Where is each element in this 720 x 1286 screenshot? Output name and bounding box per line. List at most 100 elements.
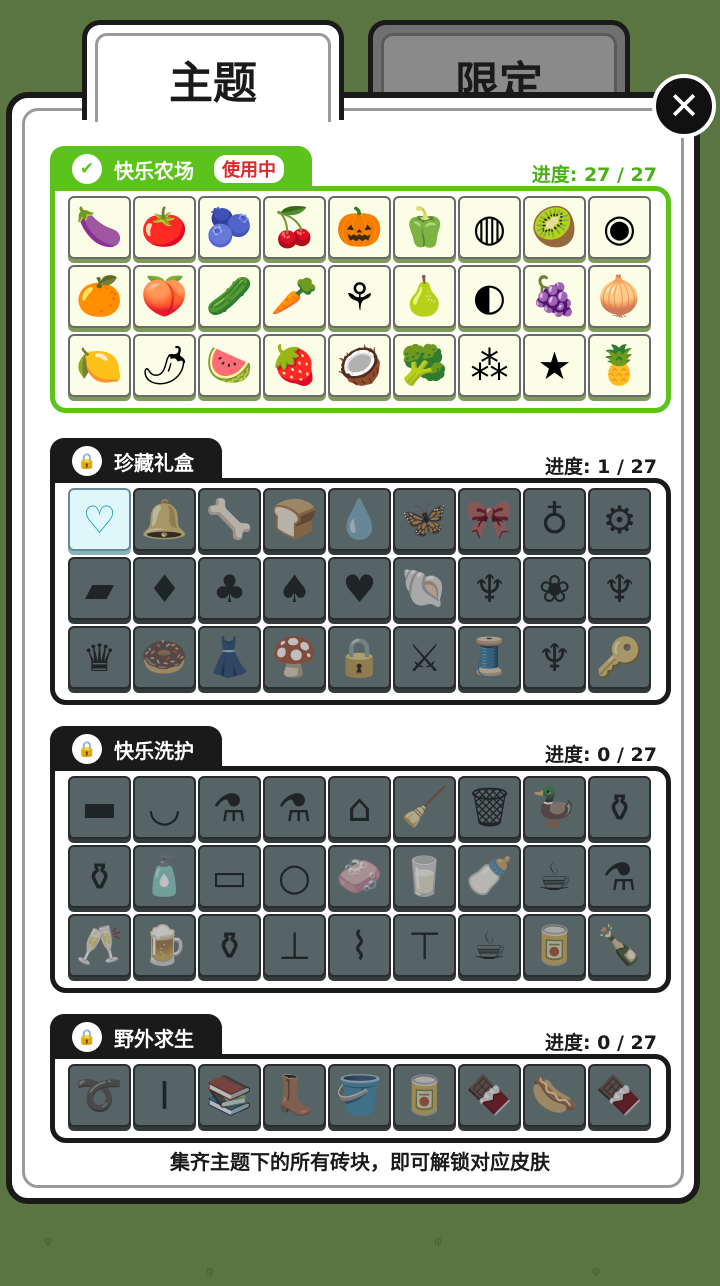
- magic-carpet-icon[interactable]: ▰: [68, 557, 131, 620]
- card-club-icon[interactable]: ♣: [198, 557, 261, 620]
- books-icon[interactable]: 📚: [198, 1064, 261, 1127]
- lotion-icon[interactable]: 🧴: [133, 845, 196, 908]
- bow-icon[interactable]: 🎀: [458, 488, 521, 551]
- rose-icon[interactable]: ❀: [523, 557, 586, 620]
- bar-soap-icon[interactable]: 🧼: [328, 845, 391, 908]
- cherry-icon[interactable]: 🍒: [263, 196, 326, 259]
- basin-icon[interactable]: ◡: [133, 776, 196, 839]
- pumpkin-icon[interactable]: 🎃: [328, 196, 391, 259]
- glass-cup-icon[interactable]: 🥛: [393, 845, 456, 908]
- chocolate-icon[interactable]: 🍫: [588, 1064, 651, 1127]
- carriage-icon[interactable]: ⚙: [588, 488, 651, 551]
- syrup-icon[interactable]: ⚱: [198, 914, 261, 977]
- bucket-icon[interactable]: 🪣: [328, 1064, 391, 1127]
- card-diamond-icon[interactable]: ♦: [133, 557, 196, 620]
- pear-icon[interactable]: 🍐: [393, 265, 456, 328]
- lemon-icon[interactable]: 🍋: [68, 334, 131, 397]
- chocolate-bar-icon[interactable]: 🍫: [458, 1064, 521, 1127]
- watermelon-icon[interactable]: 🍉: [198, 334, 261, 397]
- peach-icon[interactable]: 🍑: [133, 265, 196, 328]
- card-spade-icon[interactable]: ♠: [263, 557, 326, 620]
- plunger-icon[interactable]: ⊥: [263, 914, 326, 977]
- blackberry-icon[interactable]: ⁂: [458, 334, 521, 397]
- seashell-icon[interactable]: 🐚: [393, 557, 456, 620]
- grass-decoration: ᵠ: [592, 1262, 601, 1286]
- champagne-icon[interactable]: 🥂: [68, 914, 131, 977]
- sword-icon[interactable]: ⚔: [393, 626, 456, 689]
- tab-theme[interactable]: 主题: [82, 20, 344, 122]
- brush-icon[interactable]: ⌇: [328, 914, 391, 977]
- heart-pendant-icon[interactable]: ♡: [68, 488, 131, 551]
- spray-bottle-icon[interactable]: ⚗: [198, 776, 261, 839]
- perfume-bottle-icon[interactable]: ⚱: [68, 845, 131, 908]
- starfruit-icon[interactable]: ★: [523, 334, 586, 397]
- close-button[interactable]: ✕: [652, 74, 716, 138]
- squeegee-icon[interactable]: ⊤: [393, 914, 456, 977]
- dress-icon[interactable]: 👗: [198, 626, 261, 689]
- sausage-icon[interactable]: 🌭: [523, 1064, 586, 1127]
- eggplant-icon[interactable]: 🍆: [68, 196, 131, 259]
- rubber-duck-icon[interactable]: 🦆: [523, 776, 586, 839]
- lock-icon: 🔒: [72, 446, 102, 476]
- coral-purple-icon[interactable]: ♆: [523, 626, 586, 689]
- beer-icon[interactable]: 🍺: [133, 914, 196, 977]
- chili-icon[interactable]: 🌶: [133, 334, 196, 397]
- detergent-icon[interactable]: ⚱: [588, 776, 651, 839]
- orange-icon[interactable]: 🍊: [68, 265, 131, 328]
- grape-icon[interactable]: 🍇: [523, 265, 586, 328]
- kiwi-icon[interactable]: 🥝: [523, 196, 586, 259]
- theme-list[interactable]: ✔ 快乐农场 使用中 进度: 27 / 27 🍆 🍅 🫐 🍒 🎃 🫑 ◍ 🥝 ◉ 🍊 🍑 🥒 🥕 ⚘ 🍐 ◐ 🍇 🧅 🍋 🌶 🍉…: [36, 146, 684, 1182]
- cola-bottle-icon[interactable]: 🍾: [588, 914, 651, 977]
- leek-icon[interactable]: ⚘: [328, 265, 391, 328]
- butterfly-icon[interactable]: 🦋: [393, 488, 456, 551]
- cucumber-icon[interactable]: 🥒: [198, 265, 261, 328]
- milk-bottle-icon[interactable]: 🍼: [458, 845, 521, 908]
- padlock-purple-icon[interactable]: 🔒: [328, 626, 391, 689]
- canned-food-icon[interactable]: 🥫: [393, 1064, 456, 1127]
- donut-icon[interactable]: 🍩: [133, 626, 196, 689]
- broom-icon[interactable]: 🧹: [393, 776, 456, 839]
- boots-icon[interactable]: 👢: [263, 1064, 326, 1127]
- mangosteen-half-icon[interactable]: ◐: [458, 265, 521, 328]
- trash-can-icon[interactable]: 🗑: [458, 776, 521, 839]
- broccoli-icon[interactable]: 🥦: [393, 334, 456, 397]
- bone-icon[interactable]: 🦴: [198, 488, 261, 551]
- crown-icon[interactable]: ♛: [68, 626, 131, 689]
- soda-can-icon[interactable]: 🥫: [523, 914, 586, 977]
- carrot-icon[interactable]: 🥕: [263, 265, 326, 328]
- tube-icon[interactable]: ▭: [198, 845, 261, 908]
- tile-grid: 🍆 🍅 🫐 🍒 🎃 🫑 ◍ 🥝 ◉ 🍊 🍑 🥒 🥕 ⚘ 🍐 ◐ 🍇 🧅 🍋 🌶 🍉 🍓 🥥 🥦 ⁂ ★ 🍍: [67, 195, 654, 402]
- check-icon: ✔: [72, 154, 102, 184]
- dustpan-icon[interactable]: ⌂: [328, 776, 391, 839]
- tile-grid-frame: 🍆 🍅 🫐 🍒 🎃 🫑 ◍ 🥝 ◉ 🍊 🍑 🥒 🥕 ⚘ 🍐 ◐ 🍇 🧅 🍋 🌶 🍉 🍓 🥥 🥦 ⁂ ★ 🍍: [50, 186, 671, 413]
- coral-orange-icon[interactable]: ♆: [458, 557, 521, 620]
- coral-pink-icon[interactable]: ♆: [588, 557, 651, 620]
- grapefruit-icon[interactable]: ◉: [588, 196, 651, 259]
- bell-icon[interactable]: 🔔: [133, 488, 196, 551]
- coffee-cup-takeaway-icon[interactable]: ☕: [458, 914, 521, 977]
- bread-icon[interactable]: 🍞: [263, 488, 326, 551]
- blueberry-icon[interactable]: 🫐: [198, 196, 261, 259]
- rope-icon[interactable]: ➰: [68, 1064, 131, 1127]
- perfume-icon[interactable]: ♁: [523, 488, 586, 551]
- onion-icon[interactable]: 🧅: [588, 265, 651, 328]
- key-icon[interactable]: 🔑: [588, 626, 651, 689]
- mangosteen-icon[interactable]: ◍: [458, 196, 521, 259]
- progress-text: 进度: 1 / 27: [544, 456, 657, 478]
- bell-pepper-icon[interactable]: 🫑: [393, 196, 456, 259]
- soap-bubbles-icon[interactable]: ○: [263, 845, 326, 908]
- sponge-icon[interactable]: ▬: [68, 776, 131, 839]
- coffee-cup-icon[interactable]: ☕: [523, 845, 586, 908]
- water-splash-icon[interactable]: 💧: [328, 488, 391, 551]
- coconut-icon[interactable]: 🥥: [328, 334, 391, 397]
- thread-spool-icon[interactable]: 🧵: [458, 626, 521, 689]
- spray-pink-icon[interactable]: ⚗: [263, 776, 326, 839]
- theme-section-title: 快乐洗护: [114, 738, 194, 763]
- mushroom-icon[interactable]: 🍄: [263, 626, 326, 689]
- steel-beam-icon[interactable]: Ⅰ: [133, 1064, 196, 1127]
- potion-icon[interactable]: ⚗: [588, 845, 651, 908]
- strawberry-icon[interactable]: 🍓: [263, 334, 326, 397]
- tomato-icon[interactable]: 🍅: [133, 196, 196, 259]
- pineapple-icon[interactable]: 🍍: [588, 334, 651, 397]
- card-heart-icon[interactable]: ♥: [328, 557, 391, 620]
